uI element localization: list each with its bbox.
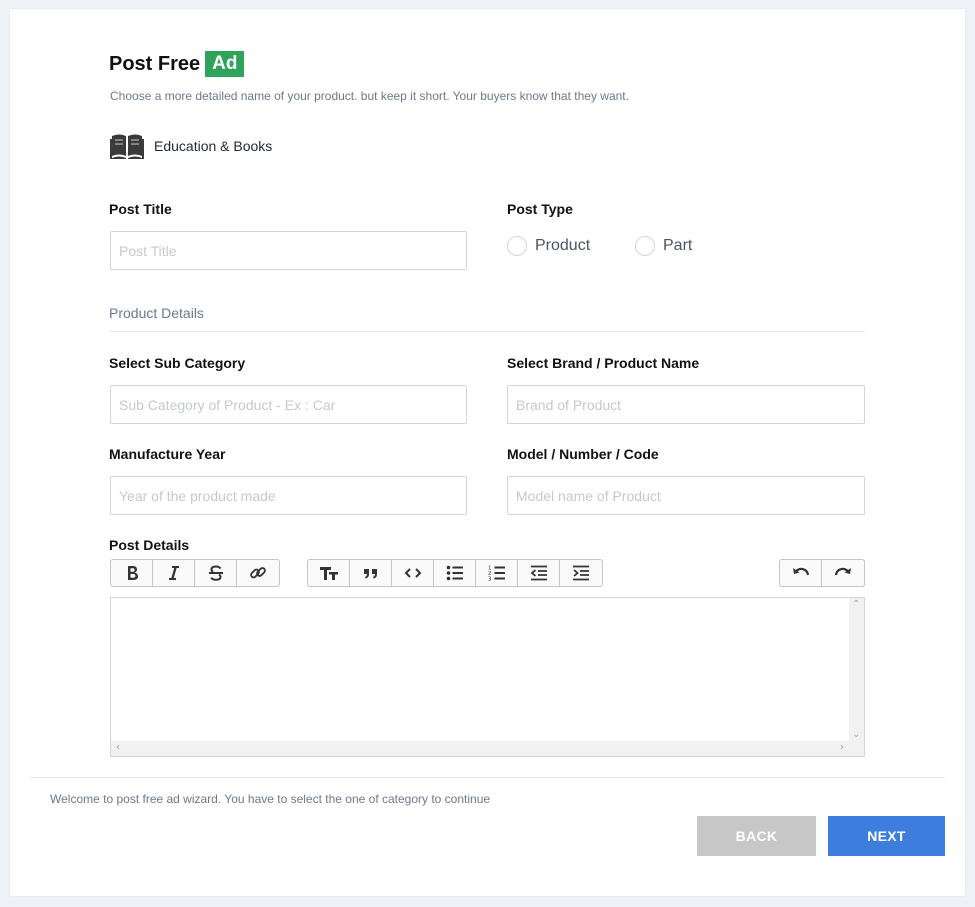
wizard-message: Welcome to post free ad wizard. You have… xyxy=(50,792,491,806)
format-toolbar xyxy=(110,559,280,587)
quote-icon xyxy=(363,569,377,579)
back-button[interactable]: BACK xyxy=(697,816,816,856)
product-radio[interactable] xyxy=(507,236,527,256)
strikethrough-button[interactable] xyxy=(195,560,237,586)
strikethrough-icon xyxy=(208,565,223,581)
product-details-heading: Product Details xyxy=(109,305,204,321)
post-type-label: Post Type xyxy=(507,201,573,217)
bullet-list-icon xyxy=(446,565,463,581)
heading-button[interactable] xyxy=(308,560,350,586)
post-ad-card: Post Free Ad Choose a more detailed name… xyxy=(10,9,965,896)
heading-icon xyxy=(319,567,338,580)
quote-button[interactable] xyxy=(350,560,392,586)
part-radio-label: Part xyxy=(663,237,693,254)
link-icon xyxy=(250,567,266,579)
manufacture-year-label: Manufacture Year xyxy=(109,446,226,462)
sub-category-label: Select Sub Category xyxy=(109,355,246,371)
scroll-right-arrow-icon[interactable]: › xyxy=(840,742,844,753)
scroll-left-arrow-icon[interactable]: ‹ xyxy=(116,742,120,753)
section-divider xyxy=(109,331,865,332)
bold-icon xyxy=(127,566,138,580)
code-button[interactable] xyxy=(392,560,434,586)
svg-text:3: 3 xyxy=(488,577,492,583)
italic-icon xyxy=(168,566,179,580)
bullet-list-button[interactable] xyxy=(434,560,476,586)
bold-button[interactable] xyxy=(111,560,153,586)
open-book-icon xyxy=(110,134,144,159)
post-details-label: Post Details xyxy=(109,537,190,553)
editor-horizontal-scrollbar[interactable]: ‹ › xyxy=(111,741,864,756)
post-details-editor[interactable]: ⌃ ⌄ ‹ › xyxy=(110,597,865,757)
selected-category: Education & Books xyxy=(110,133,272,159)
scroll-down-arrow-icon[interactable]: ⌄ xyxy=(852,729,860,740)
post-title-input[interactable] xyxy=(110,231,467,270)
code-icon xyxy=(404,568,421,578)
brand-input[interactable] xyxy=(507,385,865,424)
footer-divider xyxy=(30,777,945,778)
indent-icon xyxy=(573,565,589,581)
indent-button[interactable] xyxy=(560,560,602,586)
manufacture-year-input[interactable] xyxy=(110,476,467,515)
post-type-part-option[interactable]: Part xyxy=(635,236,692,256)
scroll-up-arrow-icon[interactable]: ⌃ xyxy=(852,599,860,610)
category-label: Education & Books xyxy=(154,138,273,154)
page-header: Post Free Ad xyxy=(109,51,245,77)
editor-vertical-scrollbar[interactable]: ⌃ ⌄ xyxy=(849,598,864,741)
sub-category-input[interactable] xyxy=(110,385,467,424)
page-title: Post Free xyxy=(109,52,201,75)
product-radio-label: Product xyxy=(535,237,591,254)
history-toolbar xyxy=(779,559,865,587)
block-toolbar: 123 xyxy=(307,559,603,587)
outdent-button[interactable] xyxy=(518,560,560,586)
model-label: Model / Number / Code xyxy=(507,446,659,462)
numbered-list-button[interactable]: 123 xyxy=(476,560,518,586)
ad-badge: Ad xyxy=(205,51,245,77)
outdent-icon xyxy=(530,565,547,581)
model-input[interactable] xyxy=(507,476,865,515)
numbered-list-icon: 123 xyxy=(488,566,505,583)
post-type-product-option[interactable]: Product xyxy=(507,236,590,256)
brand-label: Select Brand / Product Name xyxy=(507,355,700,371)
page-subtitle: Choose a more detailed name of your prod… xyxy=(110,89,629,103)
post-title-label: Post Title xyxy=(109,201,172,217)
undo-button[interactable] xyxy=(780,560,822,586)
link-button[interactable] xyxy=(237,560,279,586)
part-radio[interactable] xyxy=(635,236,655,256)
redo-button[interactable] xyxy=(822,560,864,586)
next-button[interactable]: NEXT xyxy=(828,816,945,856)
undo-icon xyxy=(792,567,809,576)
redo-icon xyxy=(834,567,851,576)
italic-button[interactable] xyxy=(153,560,195,586)
